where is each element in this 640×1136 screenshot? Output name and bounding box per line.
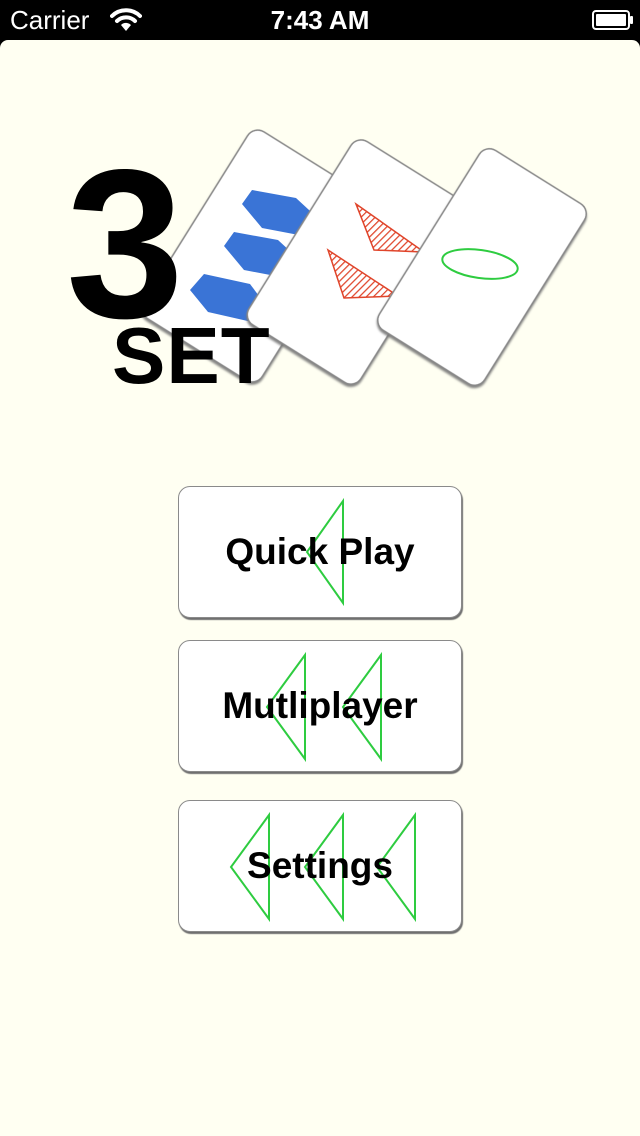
main-menu-screen: 3 SET Quick Play Mutliplayer Settings (0, 40, 640, 1136)
logo-word: SET (112, 311, 271, 400)
battery-icon (592, 10, 633, 30)
settings-label: Settings (247, 845, 393, 886)
quick-play-button[interactable]: Quick Play (178, 486, 462, 618)
quick-play-label: Quick Play (225, 531, 415, 572)
multiplayer-label: Mutliplayer (222, 685, 418, 726)
clock: 7:43 AM (270, 5, 370, 35)
settings-button[interactable]: Settings (178, 800, 462, 932)
multiplayer-button[interactable]: Mutliplayer (178, 640, 462, 772)
status-bar: Carrier 7:43 AM (0, 0, 640, 40)
